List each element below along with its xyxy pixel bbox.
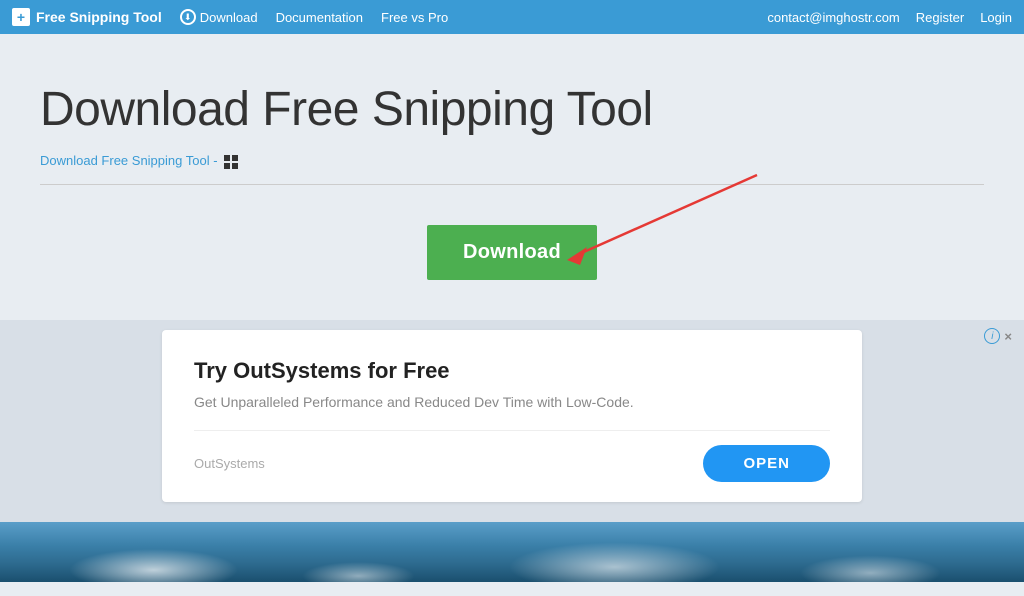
breadcrumb-text: Download Free Snipping Tool - [40, 153, 218, 168]
download-circle-icon: ⬇ [180, 9, 196, 25]
breadcrumb-link[interactable]: Download Free Snipping Tool - [40, 153, 984, 168]
ad-info-icons: i × [984, 328, 1012, 344]
main-content: Download Free Snipping Tool Download Fre… [0, 34, 1024, 320]
register-link[interactable]: Register [916, 10, 964, 25]
ad-subtitle: Get Unparalleled Performance and Reduced… [194, 394, 830, 410]
contact-email-link[interactable]: contact@imghostr.com [767, 10, 899, 25]
nav-docs-label: Documentation [276, 10, 363, 25]
download-button[interactable]: Download [427, 225, 597, 280]
brand-link[interactable]: + Free Snipping Tool [12, 8, 162, 26]
navbar: + Free Snipping Tool ⬇ Download Document… [0, 0, 1024, 34]
ad-close-button[interactable]: × [1004, 329, 1012, 344]
section-divider [40, 184, 984, 185]
ad-info-icon[interactable]: i [984, 328, 1000, 344]
navbar-right: contact@imghostr.com Register Login [767, 10, 1012, 25]
download-section: Download [40, 215, 984, 300]
ad-brand-name: OutSystems [194, 456, 265, 471]
nav-download-link[interactable]: ⬇ Download [180, 9, 258, 25]
nav-freevspro-link[interactable]: Free vs Pro [381, 10, 448, 25]
navbar-left: + Free Snipping Tool ⬇ Download Document… [12, 8, 448, 26]
nav-freevspro-label: Free vs Pro [381, 10, 448, 25]
nav-download-label: Download [200, 10, 258, 25]
nav-docs-link[interactable]: Documentation [276, 10, 363, 25]
cloud-overlay [0, 522, 1024, 582]
brand-icon: + [12, 8, 30, 26]
ad-title: Try OutSystems for Free [194, 358, 830, 384]
page-title: Download Free Snipping Tool [40, 82, 984, 137]
brand-label: Free Snipping Tool [36, 9, 162, 25]
ad-open-button[interactable]: OPEN [703, 445, 830, 482]
ad-section: i × Try OutSystems for Free Get Unparall… [0, 320, 1024, 522]
ad-card: Try OutSystems for Free Get Unparalleled… [162, 330, 862, 502]
ad-footer: OutSystems OPEN [194, 430, 830, 482]
windows-icon [224, 155, 238, 169]
download-btn-wrapper: Download [427, 225, 597, 280]
bottom-image-strip [0, 522, 1024, 582]
login-link[interactable]: Login [980, 10, 1012, 25]
